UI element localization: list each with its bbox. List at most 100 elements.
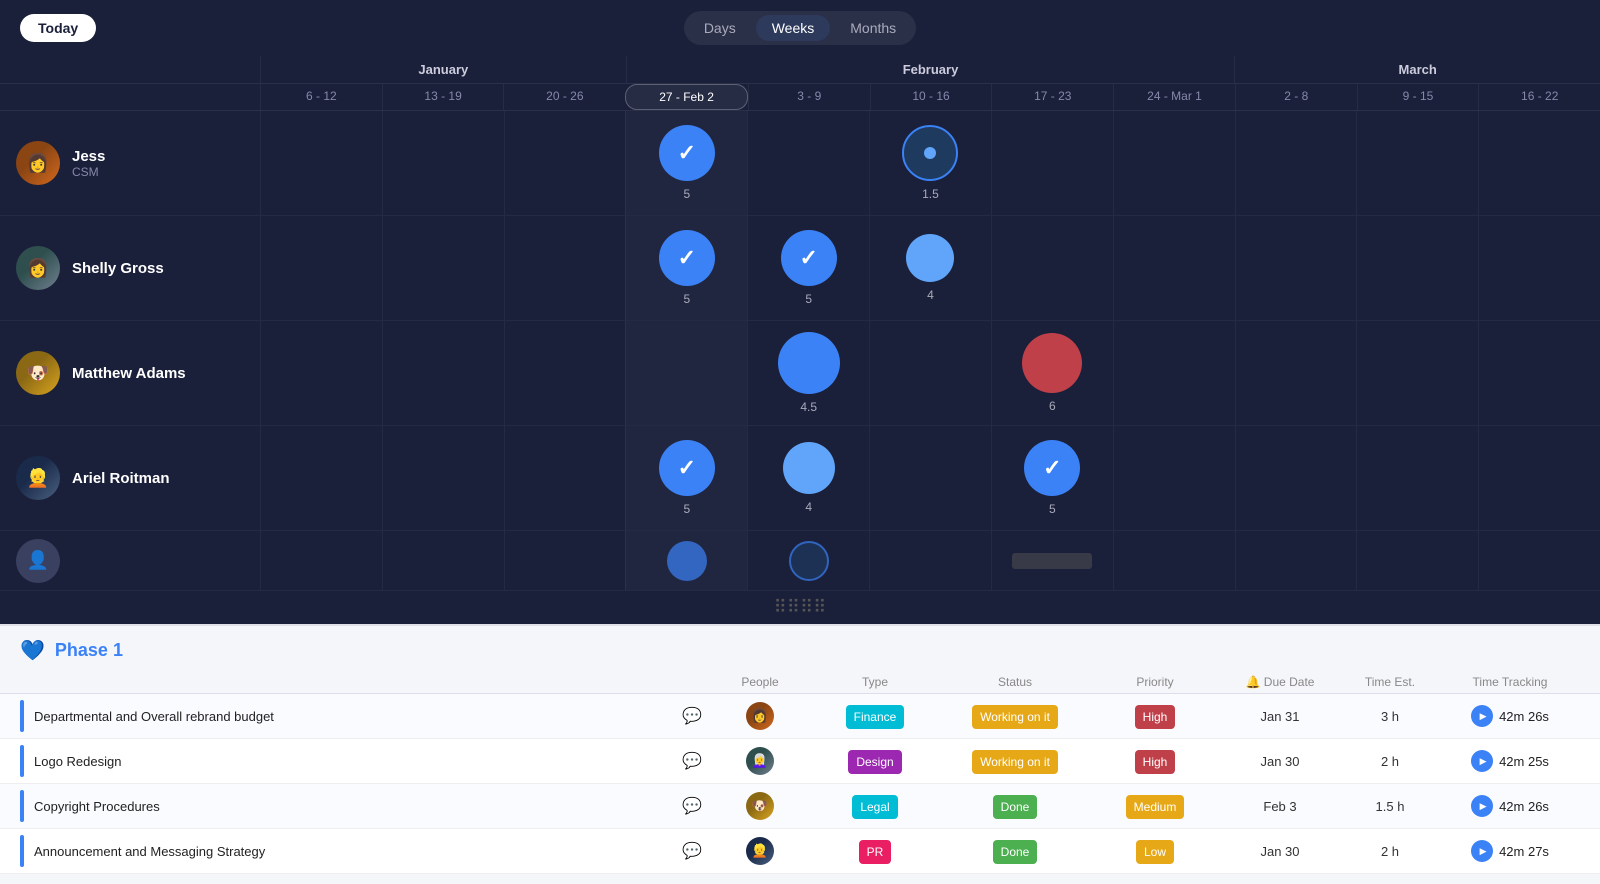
person-role-jess: CSM xyxy=(72,165,105,179)
timetrack-value-2: 42m 26s xyxy=(1499,799,1549,814)
bubble-value-shelly-1: 5 xyxy=(684,292,691,306)
gantt-row-shelly: 👩 Shelly Gross 5 5 xyxy=(0,216,1600,321)
person-cell-ariel: 👱 Ariel Roitman xyxy=(0,456,260,500)
month-row: January February March xyxy=(0,56,1600,84)
gantt-grid-ariel: 5 4 5 xyxy=(260,426,1600,530)
ariel-col-6: 5 xyxy=(991,426,1113,530)
type-badge-2[interactable]: Legal xyxy=(852,795,897,819)
play-button-1[interactable] xyxy=(1471,750,1493,772)
task-rows: Departmental and Overall rebrand budget … xyxy=(0,694,1600,874)
task-name-2: Copyright Procedures xyxy=(34,799,674,814)
bubble-ariel-2[interactable] xyxy=(783,442,835,494)
week-20-26: 20 - 26 xyxy=(503,84,625,110)
bubble-value-ariel-2: 4 xyxy=(805,500,812,514)
type-badge-1[interactable]: Design xyxy=(848,750,901,774)
person-cell-jess: 👩 Jess CSM xyxy=(0,141,260,185)
drag-handle[interactable]: ⠿⠿⠿⠿ xyxy=(0,591,1600,624)
status-badge-1[interactable]: Working on it xyxy=(972,750,1058,774)
timeest-col-0: 3 h xyxy=(1340,709,1440,724)
week-6-12: 6 - 12 xyxy=(260,84,382,110)
status-cell-1: Working on it xyxy=(940,754,1090,769)
week-27-feb2: 27 - Feb 2 xyxy=(625,84,748,110)
ariel-col-3: 5 xyxy=(625,426,747,530)
timeest-col-3: 2 h xyxy=(1340,844,1440,859)
gantt-grid-partial xyxy=(260,531,1600,590)
jess-col-0 xyxy=(260,111,382,215)
priority-badge-2[interactable]: Medium xyxy=(1126,795,1185,819)
bubble-value-shelly-3: 4 xyxy=(927,288,934,302)
status-badge-0[interactable]: Working on it xyxy=(972,705,1058,729)
priority-cell-1: High xyxy=(1090,754,1220,769)
jess-col-7 xyxy=(1113,111,1235,215)
play-button-2[interactable] xyxy=(1471,795,1493,817)
status-badge-3[interactable]: Done xyxy=(993,840,1038,864)
view-months-button[interactable]: Months xyxy=(834,15,912,41)
shelly-col-3: 5 xyxy=(625,216,747,320)
matthew-col-10 xyxy=(1478,321,1600,425)
person-info-jess: Jess CSM xyxy=(72,148,105,179)
view-weeks-button[interactable]: Weeks xyxy=(756,15,831,41)
matthew-col-5 xyxy=(869,321,991,425)
priority-badge-0[interactable]: High xyxy=(1135,705,1176,729)
view-toggle: Days Weeks Months xyxy=(684,11,916,45)
bubble-shelly-1[interactable] xyxy=(659,230,715,286)
priority-badge-1[interactable]: High xyxy=(1135,750,1176,774)
person-info-matthew: Matthew Adams xyxy=(72,365,186,382)
bubble-ariel-1[interactable] xyxy=(659,440,715,496)
bubble-ariel-3[interactable] xyxy=(1024,440,1080,496)
play-button-3[interactable] xyxy=(1471,840,1493,862)
priority-badge-3[interactable]: Low xyxy=(1136,840,1174,864)
bubble-shelly-2[interactable] xyxy=(781,230,837,286)
col-header-duedate: 🔔 Due Date xyxy=(1220,675,1340,689)
avatar-matthew: 🐶 xyxy=(16,351,60,395)
today-button[interactable]: Today xyxy=(20,14,96,42)
bell-header-icon: 🔔 xyxy=(1246,675,1264,689)
comment-icon-2[interactable]: 💬 xyxy=(674,796,710,816)
timetrack-value-3: 42m 27s xyxy=(1499,844,1549,859)
type-cell-1: Design xyxy=(810,754,940,769)
task-name-3: Announcement and Messaging Strategy xyxy=(34,844,674,859)
ariel-col-9 xyxy=(1356,426,1478,530)
avatar-ariel: 👱 xyxy=(16,456,60,500)
timetrack-col-0: 42m 26s xyxy=(1440,705,1580,727)
timetrack-value-0: 42m 26s xyxy=(1499,709,1549,724)
comment-icon-0[interactable]: 💬 xyxy=(674,706,710,726)
row-accent-3 xyxy=(20,835,24,867)
people-col-1: 👩‍🦳 xyxy=(710,747,810,775)
bubble-matthew-1[interactable] xyxy=(778,332,840,394)
matthew-col-3 xyxy=(625,321,747,425)
ariel-col-0 xyxy=(260,426,382,530)
month-january: January xyxy=(260,56,626,83)
ariel-col-8 xyxy=(1235,426,1357,530)
gantt-grid-shelly: 5 5 4 xyxy=(260,216,1600,320)
month-march: March xyxy=(1234,56,1600,83)
shelly-col-2 xyxy=(504,216,626,320)
bubble-matthew-2[interactable] xyxy=(1022,333,1082,393)
timetrack-col-2: 42m 26s xyxy=(1440,795,1580,817)
comment-icon-3[interactable]: 💬 xyxy=(674,841,710,861)
view-days-button[interactable]: Days xyxy=(688,15,752,41)
avatar-partial: 👤 xyxy=(16,539,60,583)
table-row-2: Copyright Procedures 💬 🐶 Legal Done Medi… xyxy=(0,784,1600,829)
type-cell-2: Legal xyxy=(810,799,940,814)
person-name-matthew: Matthew Adams xyxy=(72,365,186,382)
matthew-col-1 xyxy=(382,321,504,425)
bubble-jess-1[interactable] xyxy=(659,125,715,181)
type-badge-3[interactable]: PR xyxy=(859,840,892,864)
week-row: 6 - 12 13 - 19 20 - 26 27 - Feb 2 3 - 9 … xyxy=(0,84,1600,110)
matthew-col-2 xyxy=(504,321,626,425)
ariel-col-2 xyxy=(504,426,626,530)
comment-icon-1[interactable]: 💬 xyxy=(674,751,710,771)
gantt-row-partial: 👤 xyxy=(0,531,1600,591)
status-badge-2[interactable]: Done xyxy=(993,795,1038,819)
bubble-jess-2[interactable] xyxy=(902,125,958,181)
col-header-people: People xyxy=(710,675,810,689)
status-cell-0: Working on it xyxy=(940,709,1090,724)
play-button-0[interactable] xyxy=(1471,705,1493,727)
ariel-col-1 xyxy=(382,426,504,530)
bubble-value-matthew-1: 4.5 xyxy=(800,400,817,414)
duedate-col-2: Feb 3 xyxy=(1220,799,1340,814)
bubble-shelly-3[interactable] xyxy=(906,234,954,282)
type-badge-0[interactable]: Finance xyxy=(846,705,905,729)
timeest-col-1: 2 h xyxy=(1340,754,1440,769)
